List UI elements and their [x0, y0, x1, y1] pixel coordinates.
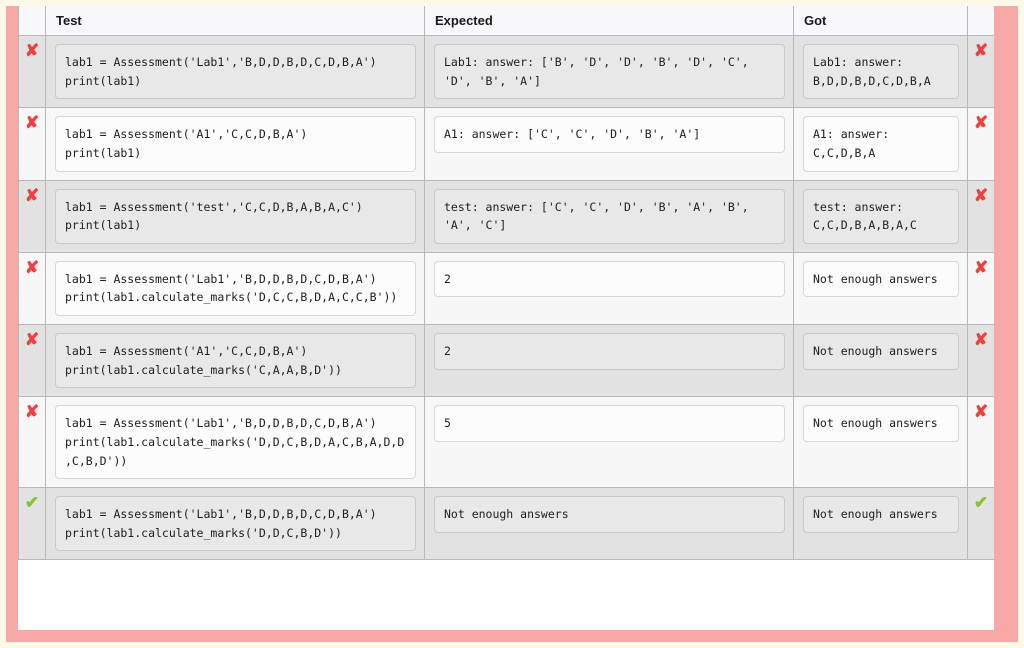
- got-code: Not enough answers: [803, 260, 959, 298]
- test-code: lab1 = Assessment('A1','C,C,D,B,A') prin…: [55, 333, 416, 389]
- got-cell: Not enough answers: [793, 251, 968, 326]
- test-code: lab1 = Assessment('Lab1','B,D,D,B,D,C,D,…: [55, 405, 416, 480]
- test-cell: lab1 = Assessment('A1','C,C,D,B,A') prin…: [45, 107, 425, 181]
- expected-cell: Lab1: answer: ['B', 'D', 'D', 'B', 'D', …: [424, 34, 794, 109]
- got-cell: Not enough answers: [793, 323, 968, 398]
- table-header: Test Expected Got: [18, 6, 994, 36]
- expected-cell: 2: [424, 323, 794, 398]
- expected-cell: 5: [424, 396, 794, 489]
- got-code: Lab1: answer: B,D,D,B,D,C,D,B,A: [803, 44, 959, 100]
- expected-code: A1: answer: ['C', 'C', 'D', 'B', 'A']: [434, 116, 785, 153]
- test-cell: lab1 = Assessment('Lab1','B,D,D,B,D,C,D,…: [45, 396, 425, 489]
- table-row: ✘ lab1 = Assessment('Lab1','B,D,D,B,D,C,D…: [18, 396, 994, 489]
- expected-cell: 2: [424, 251, 794, 326]
- expected-cell: test: answer: ['C', 'C', 'D', 'B', 'A', …: [424, 179, 794, 253]
- status-cell-left: ✘: [18, 323, 46, 398]
- status-cell-left: ✘: [18, 251, 46, 326]
- test-code: lab1 = Assessment('Lab1','B,D,D,B,D,C,D,…: [55, 44, 416, 100]
- cross-mark-icon: ✘: [24, 185, 40, 205]
- cross-mark-icon: ✘: [24, 330, 40, 349]
- test-cell: lab1 = Assessment('Lab1','B,D,D,B,D,C,D,…: [45, 251, 425, 326]
- table-row: ✘ lab1 = Assessment('A1','C,C,D,B,A') pri…: [18, 323, 994, 398]
- table-body: ✘ lab1 = Assessment('Lab1','B,D,D,B,D,C,D…: [18, 34, 994, 561]
- cross-mark-icon: ✘: [24, 402, 40, 422]
- cross-mark-icon: ✘: [973, 113, 989, 133]
- check-mark-icon: ✔: [24, 493, 40, 513]
- expected-code: test: answer: ['C', 'C', 'D', 'B', 'A', …: [434, 188, 785, 244]
- status-cell-right: ✘: [967, 34, 994, 109]
- expected-code: 5: [434, 405, 785, 442]
- got-code: Not enough answers: [803, 333, 959, 370]
- status-cell-right: ✘: [967, 323, 994, 398]
- column-header-status-right: [967, 6, 994, 36]
- expected-code: Not enough answers: [434, 496, 785, 533]
- got-code: A1: answer: C,C,D,B,A: [803, 116, 959, 172]
- status-cell-left: ✘: [18, 107, 46, 181]
- header-row: Test Expected Got: [18, 6, 994, 36]
- table-row: ✘ lab1 = Assessment('A1','C,C,D,B,A') pri…: [18, 107, 994, 181]
- got-cell: Not enough answers: [793, 396, 968, 489]
- table-row: ✘ lab1 = Assessment('test','C,C,D,B,A,B,A…: [18, 179, 994, 253]
- status-cell-left: ✘: [18, 34, 46, 109]
- test-code: lab1 = Assessment('A1','C,C,D,B,A') prin…: [55, 116, 416, 172]
- got-cell: Not enough answers: [793, 487, 968, 561]
- column-header-expected: Expected: [424, 6, 794, 36]
- got-code: Not enough answers: [803, 496, 959, 533]
- got-cell: A1: answer: C,C,D,B,A: [793, 107, 968, 181]
- cross-mark-icon: ✘: [973, 257, 989, 277]
- got-code: Not enough answers: [803, 405, 959, 442]
- test-cell: lab1 = Assessment('A1','C,C,D,B,A') prin…: [45, 323, 425, 398]
- cross-mark-icon: ✘: [973, 41, 989, 60]
- test-results-table: Test Expected Got ✘ lab1 = Assessment('La…: [18, 6, 994, 561]
- table-row: ✘ lab1 = Assessment('Lab1','B,D,D,B,D,C,D…: [18, 34, 994, 109]
- test-cell: lab1 = Assessment('Lab1','B,D,D,B,D,C,D,…: [45, 487, 425, 561]
- expected-code: 2: [434, 260, 785, 298]
- cross-mark-icon: ✘: [24, 257, 40, 277]
- cross-mark-icon: ✘: [973, 185, 989, 205]
- check-mark-icon: ✔: [973, 493, 989, 513]
- status-cell-left: ✘: [18, 396, 46, 489]
- table-row: ✔ lab1 = Assessment('Lab1','B,D,D,B,D,C,D…: [18, 487, 994, 561]
- expected-cell: A1: answer: ['C', 'C', 'D', 'B', 'A']: [424, 107, 794, 181]
- cross-mark-icon: ✘: [973, 402, 989, 422]
- cross-mark-icon: ✘: [973, 330, 989, 349]
- test-cell: lab1 = Assessment('Lab1','B,D,D,B,D,C,D,…: [45, 34, 425, 109]
- status-cell-right: ✘: [967, 179, 994, 253]
- test-cell: lab1 = Assessment('test','C,C,D,B,A,B,A,…: [45, 179, 425, 253]
- table-row: ✘ lab1 = Assessment('Lab1','B,D,D,B,D,C,D…: [18, 251, 994, 326]
- test-code: lab1 = Assessment('test','C,C,D,B,A,B,A,…: [55, 188, 416, 244]
- got-cell: test: answer: C,C,D,B,A,B,A,C: [793, 179, 968, 253]
- got-cell: Lab1: answer: B,D,D,B,D,C,D,B,A: [793, 34, 968, 109]
- status-cell-right: ✘: [967, 251, 994, 326]
- cross-mark-icon: ✘: [24, 41, 40, 60]
- test-code: lab1 = Assessment('Lab1','B,D,D,B,D,C,D,…: [55, 496, 416, 552]
- test-code: lab1 = Assessment('Lab1','B,D,D,B,D,C,D,…: [55, 260, 416, 316]
- column-header-got: Got: [793, 6, 968, 36]
- status-cell-right: ✘: [967, 107, 994, 181]
- column-header-status-left: [18, 6, 46, 36]
- expected-cell: Not enough answers: [424, 487, 794, 561]
- status-cell-right: ✘: [967, 396, 994, 489]
- test-results-panel: Test Expected Got ✘ lab1 = Assessment('La…: [18, 6, 994, 630]
- cross-mark-icon: ✘: [24, 113, 40, 133]
- status-cell-left: ✔: [18, 487, 46, 561]
- expected-code: Lab1: answer: ['B', 'D', 'D', 'B', 'D', …: [434, 44, 785, 100]
- column-header-test: Test: [45, 6, 425, 36]
- expected-code: 2: [434, 333, 785, 370]
- status-cell-left: ✘: [18, 179, 46, 253]
- got-code: test: answer: C,C,D,B,A,B,A,C: [803, 188, 959, 244]
- status-cell-right: ✔: [967, 487, 994, 561]
